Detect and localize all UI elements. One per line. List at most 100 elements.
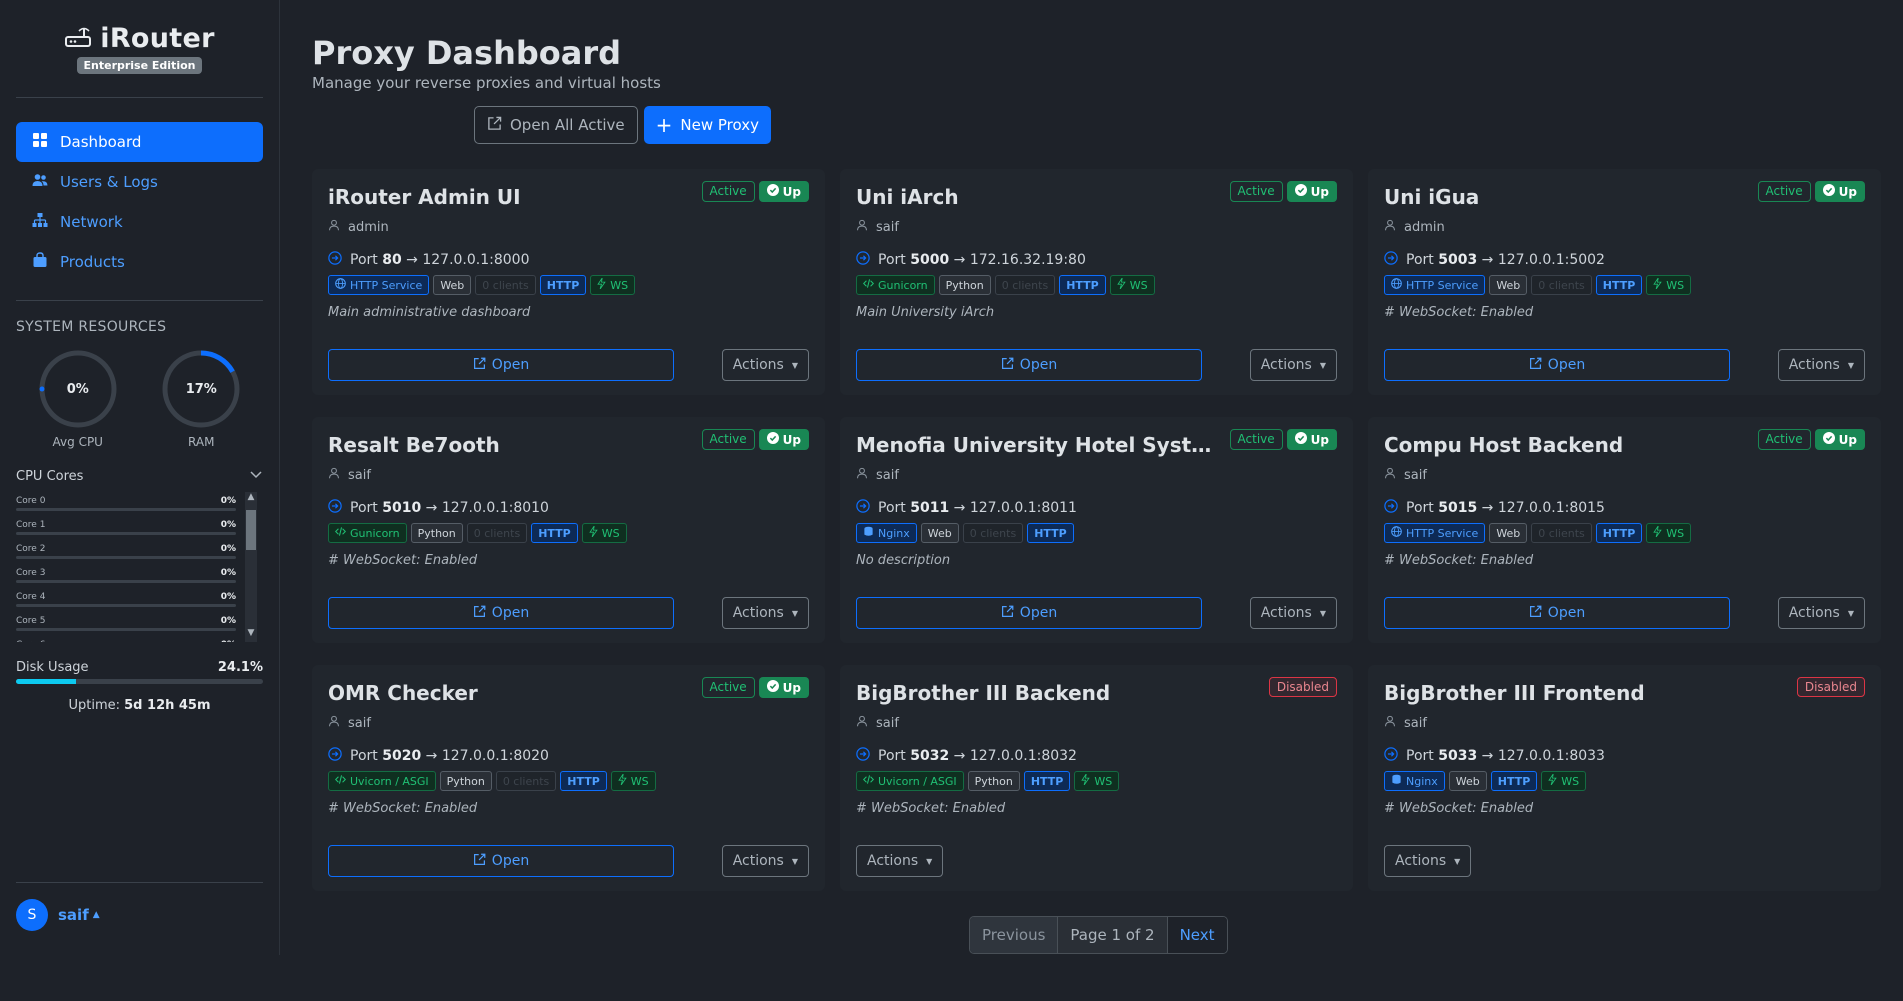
- caret-up-icon: ▲: [92, 910, 100, 920]
- lightning-icon: [597, 277, 607, 292]
- open-all-active-button[interactable]: Open All Active: [474, 106, 638, 144]
- actions-dropdown[interactable]: Actions ▼: [1777, 349, 1865, 381]
- user-menu[interactable]: S saif ▲: [16, 882, 263, 931]
- card-actions: Open Actions ▼: [328, 597, 809, 629]
- tags: HTTP Service Web 0 clients HTTP WS: [1384, 523, 1865, 543]
- actions-dropdown[interactable]: Actions ▼: [1249, 597, 1337, 629]
- actions-dropdown[interactable]: Actions ▼: [1777, 597, 1865, 629]
- tag-label: WS: [1666, 278, 1685, 292]
- tag-label: HTTP Service: [350, 278, 423, 292]
- arrow: →: [953, 500, 966, 516]
- tag-label: WS: [610, 278, 629, 292]
- badges: Active Up: [701, 181, 809, 202]
- sidebar-item-label: Users & Logs: [60, 173, 158, 191]
- core-name: Core 5: [16, 616, 46, 626]
- target-address: 127.0.0.1:8000: [422, 252, 530, 268]
- owner-name: admin: [1404, 219, 1445, 235]
- open-label: Open: [491, 853, 530, 869]
- tag: 0 clients: [1531, 523, 1592, 543]
- tag: HTTP: [1023, 771, 1071, 791]
- actions-dropdown[interactable]: Actions ▼: [721, 349, 809, 381]
- disk-label: Disk Usage: [16, 660, 89, 675]
- status-badge: Active: [701, 677, 755, 698]
- core-row: Core 3 0%: [16, 564, 236, 588]
- open-button[interactable]: Open: [328, 597, 674, 629]
- tag-label: Web: [1455, 774, 1480, 788]
- open-button[interactable]: Open: [856, 349, 1202, 381]
- cpu-cores-toggle[interactable]: CPU Cores: [16, 469, 263, 484]
- open-button[interactable]: Open: [1384, 597, 1730, 629]
- sidebar-item-users-logs[interactable]: Users & Logs: [16, 162, 263, 202]
- tag-label: WS: [1129, 278, 1148, 292]
- port-mapping: Port 5015 → 127.0.0.1:8015: [1384, 499, 1865, 517]
- core-bar: [16, 508, 236, 511]
- tag: HTTP: [1490, 771, 1538, 791]
- pagination-next[interactable]: Next: [1167, 917, 1227, 953]
- sidebar-item-dashboard[interactable]: Dashboard: [16, 122, 263, 162]
- sidebar-item-network[interactable]: Network: [16, 202, 263, 242]
- actions-dropdown[interactable]: Actions ▼: [721, 597, 809, 629]
- tag-label: Nginx: [1406, 774, 1438, 788]
- proxy-card: Compu Host Backend Active Up saif Port 5015 …: [1368, 417, 1881, 643]
- tags: Nginx Web 0 clients HTTP: [856, 523, 1337, 543]
- arrow-right-circle-icon: [328, 499, 342, 517]
- actions-dropdown[interactable]: Actions ▼: [1249, 349, 1337, 381]
- disk-value: 24.1%: [217, 660, 263, 675]
- tag-label: Uvicorn / ASGI: [878, 774, 957, 788]
- badges: Active Up: [1229, 181, 1337, 202]
- card-actions: Open Actions ▼: [1384, 349, 1865, 381]
- core-bar: [16, 580, 236, 583]
- cores-scrollbar[interactable]: ▲ ▼: [245, 492, 257, 642]
- proxy-card: Uni iGua Active Up admin Port 5003 → 127.0.0…: [1368, 169, 1881, 395]
- page-subtitle: Manage your reverse proxies and virtual …: [312, 74, 661, 92]
- pagination-previous[interactable]: Previous: [970, 917, 1059, 953]
- tag: Nginx: [856, 523, 917, 543]
- code-icon: [862, 774, 875, 788]
- open-button[interactable]: Open: [328, 349, 674, 381]
- open-label: Open: [1547, 357, 1586, 373]
- actions-dropdown[interactable]: Actions ▼: [856, 845, 944, 877]
- check-circle-icon: [766, 432, 779, 447]
- uptime-label: Uptime:: [68, 698, 120, 713]
- actions-dropdown[interactable]: Actions ▼: [721, 845, 809, 877]
- open-button[interactable]: Open: [328, 845, 674, 877]
- check-circle-icon: [1822, 432, 1835, 447]
- caret-down-icon: ▼: [791, 856, 798, 866]
- open-button[interactable]: Open: [1384, 349, 1730, 381]
- scroll-thumb[interactable]: [246, 510, 256, 550]
- new-proxy-button[interactable]: + New Proxy: [643, 106, 771, 144]
- scroll-up-icon[interactable]: ▲: [245, 492, 257, 506]
- tag-label: 0 clients: [1001, 278, 1049, 292]
- scroll-down-icon[interactable]: ▼: [245, 628, 257, 642]
- check-circle-icon: [766, 184, 779, 199]
- core-row: Core 1 0%: [16, 516, 236, 540]
- tag-label: WS: [601, 526, 620, 540]
- tag-label: 0 clients: [969, 526, 1017, 540]
- sidebar-item-products[interactable]: Products: [16, 242, 263, 282]
- external-link-icon: [1001, 605, 1014, 622]
- tag-label: HTTP: [1066, 278, 1099, 292]
- tag-label: HTTP: [538, 526, 571, 540]
- actions-dropdown[interactable]: Actions ▼: [1384, 845, 1472, 877]
- brand-title: iRouter: [100, 23, 215, 54]
- port-label: Port: [350, 252, 378, 268]
- tag-label: Gunicorn: [350, 526, 400, 540]
- port-label: Port: [878, 748, 906, 764]
- owner: admin: [328, 219, 809, 235]
- health-badge: Up: [1286, 429, 1337, 450]
- open-label: Open: [1547, 605, 1586, 621]
- sidebar-item-label: Network: [60, 213, 123, 231]
- arrow: →: [953, 252, 966, 268]
- open-button[interactable]: Open: [856, 597, 1202, 629]
- badges: Active Up: [1229, 429, 1337, 450]
- tag: Web: [1489, 523, 1528, 543]
- owner: saif: [328, 715, 809, 731]
- core-value: 0%: [220, 520, 236, 530]
- owner-name: saif: [1404, 467, 1427, 483]
- disk-bar-fill: [16, 679, 76, 684]
- tag: WS: [581, 523, 627, 543]
- proxy-name: BigBrother III Backend: [856, 681, 1111, 705]
- cpu-gauge: 0% Avg CPU: [28, 349, 128, 449]
- tag: Python: [439, 771, 492, 791]
- tag: Uvicorn / ASGI: [856, 771, 964, 791]
